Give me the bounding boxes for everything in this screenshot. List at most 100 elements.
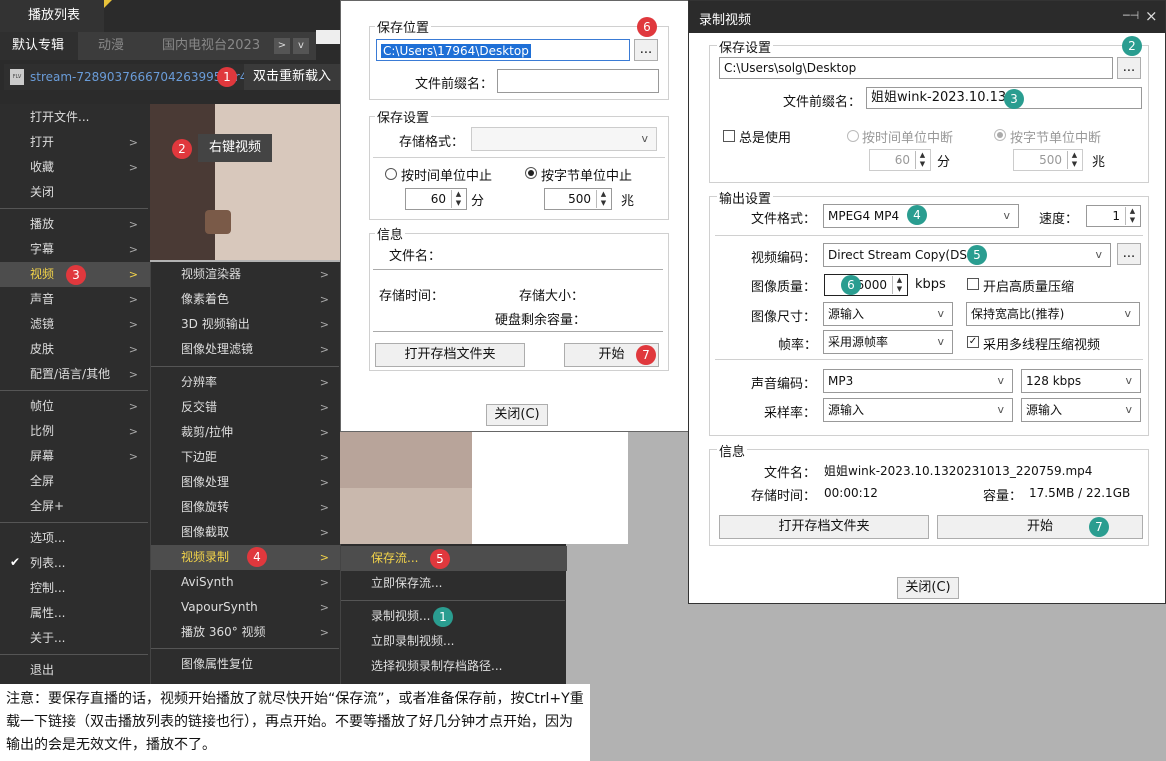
menu-ratio[interactable]: 比例 > bbox=[0, 419, 150, 444]
menu-subtitle[interactable]: 字幕 > bbox=[0, 237, 150, 262]
menu-favorites[interactable]: 收藏 > bbox=[0, 155, 150, 180]
step-marker: 7 bbox=[636, 345, 656, 365]
submenu-item[interactable]: 图像截取 > bbox=[151, 520, 341, 545]
size-spinner[interactable]: 500 ▲ ▼ bbox=[1013, 149, 1083, 171]
save-path-input[interactable]: C:\Users\solg\Desktop bbox=[719, 57, 1113, 79]
updown-icon[interactable]: ▲ ▼ bbox=[915, 151, 929, 169]
menu-screen[interactable]: 屏幕 > bbox=[0, 444, 150, 469]
menu-record-video[interactable]: 录制视频... bbox=[341, 604, 567, 629]
prefix-input[interactable] bbox=[497, 69, 659, 93]
updown-icon[interactable]: ▲ ▼ bbox=[1067, 151, 1081, 169]
submenu-item[interactable]: 反交错 > bbox=[151, 395, 341, 420]
updown-icon[interactable]: ▲ ▼ bbox=[451, 190, 465, 208]
menu-label: 屏幕 bbox=[30, 449, 55, 463]
chevron-right-icon: > bbox=[319, 526, 329, 539]
updown-icon[interactable]: ▲ ▼ bbox=[1125, 207, 1139, 225]
menu-skin[interactable]: 皮肤 > bbox=[0, 337, 150, 362]
menu-open-file[interactable]: 打开文件... bbox=[0, 105, 150, 130]
menu-close[interactable]: 关闭 bbox=[0, 180, 150, 205]
submenu-item[interactable]: 像素着色 > bbox=[151, 287, 341, 312]
menu-fullscreen-plus[interactable]: 全屏+ bbox=[0, 494, 150, 519]
menu-play[interactable]: 播放 > bbox=[0, 212, 150, 237]
submenu-item[interactable]: 图像处理滤镜 > bbox=[151, 337, 341, 362]
submenu-item[interactable]: 3D 视频输出 > bbox=[151, 312, 341, 337]
updown-icon[interactable]: ▲ ▼ bbox=[892, 276, 906, 294]
menu-control[interactable]: 控制... bbox=[0, 576, 150, 601]
high-quality-checkbox[interactable] bbox=[967, 278, 979, 290]
stop-by-size-radio[interactable] bbox=[525, 167, 537, 179]
channels-select[interactable]: 源输入 v bbox=[1021, 398, 1141, 422]
menu-divider bbox=[0, 208, 148, 209]
menu-options[interactable]: 选项... bbox=[0, 526, 150, 551]
format-select[interactable]: v bbox=[471, 127, 657, 151]
fps-select[interactable]: 采用源帧率 v bbox=[823, 330, 953, 354]
close-button[interactable]: 关闭(C) bbox=[897, 577, 959, 599]
save-path-input[interactable]: C:\Users\17964\Desktop bbox=[376, 39, 630, 61]
stop-by-time-radio[interactable] bbox=[385, 168, 397, 180]
menu-filter[interactable]: 滤镜 > bbox=[0, 312, 150, 337]
menu-save-stream-now[interactable]: 立即保存流... bbox=[341, 571, 567, 596]
audio-bitrate-select[interactable]: 128 kbps v bbox=[1021, 369, 1141, 393]
corner-accent bbox=[104, 0, 112, 8]
sample-rate-select[interactable]: 源输入 v bbox=[823, 398, 1013, 422]
pin-icon[interactable]: ─⊣ bbox=[1123, 9, 1139, 22]
stop-by-size-radio[interactable] bbox=[994, 129, 1006, 141]
submenu-item[interactable]: 图像旋转 > bbox=[151, 495, 341, 520]
open-folder-button[interactable]: 打开存档文件夹 bbox=[375, 343, 525, 367]
submenu-item[interactable]: VapourSynth > bbox=[151, 595, 341, 620]
playlist-item-link[interactable]: stream-7289037666704263995_or4 bbox=[30, 70, 247, 84]
menu-fullscreen[interactable]: 全屏 bbox=[0, 469, 150, 494]
submenu-item[interactable]: AviSynth > bbox=[151, 570, 341, 595]
speed-spinner[interactable]: 1 ▲ ▼ bbox=[1086, 205, 1141, 227]
codec-config-button[interactable]: ... bbox=[1117, 243, 1141, 265]
menu-record-video-now[interactable]: 立即录制视频... bbox=[341, 629, 567, 654]
menu-exit[interactable]: 退出 bbox=[0, 658, 150, 683]
next-tab-button[interactable]: > bbox=[274, 38, 290, 54]
menu-config[interactable]: 配置/语言/其他 > bbox=[0, 362, 150, 387]
stop-by-time-radio[interactable] bbox=[847, 130, 859, 142]
tab-default-album[interactable]: 默认专辑 bbox=[0, 32, 78, 60]
submenu-item[interactable]: 下边距 > bbox=[151, 445, 341, 470]
chevron-right-icon: > bbox=[128, 425, 138, 438]
submenu-item[interactable]: 分辨率 > bbox=[151, 370, 341, 395]
start-button[interactable]: 开始 bbox=[937, 515, 1143, 539]
tab-tv-2023[interactable]: 国内电视台2023 bbox=[162, 32, 260, 60]
menu-about[interactable]: 关于... bbox=[0, 626, 150, 651]
submenu-item[interactable]: 图像属性复位 bbox=[151, 652, 341, 677]
audio-codec-select[interactable]: MP3 v bbox=[823, 369, 1013, 393]
menu-select-record-path[interactable]: 选择视频录制存档路径... bbox=[341, 654, 567, 679]
quality-spinner[interactable]: 6000 ▲ ▼ bbox=[824, 274, 908, 296]
menu-properties[interactable]: 属性... bbox=[0, 601, 150, 626]
updown-icon[interactable]: ▲ ▼ bbox=[596, 190, 610, 208]
always-use-checkbox[interactable] bbox=[723, 130, 735, 142]
image-size-select[interactable]: 源输入 v bbox=[823, 302, 953, 326]
submenu-item[interactable]: 图像处理 > bbox=[151, 470, 341, 495]
menu-save-stream[interactable]: 保存流... bbox=[341, 546, 567, 571]
browse-button[interactable]: ... bbox=[634, 39, 658, 61]
multithread-checkbox[interactable]: ✓ bbox=[967, 336, 979, 348]
submenu-item[interactable]: 视频渲染器 > bbox=[151, 262, 341, 287]
store-time-label: 存储时间： bbox=[379, 289, 445, 304]
divider bbox=[373, 269, 663, 270]
menu-audio[interactable]: 声音 > bbox=[0, 287, 150, 312]
menu-open[interactable]: 打开 > bbox=[0, 130, 150, 155]
submenu-item[interactable]: 裁剪/拉伸 > bbox=[151, 420, 341, 445]
open-folder-button[interactable]: 打开存档文件夹 bbox=[719, 515, 929, 539]
browse-button[interactable]: ... bbox=[1117, 57, 1141, 79]
size-spinner[interactable]: 500 ▲ ▼ bbox=[544, 188, 612, 210]
time-spinner[interactable]: 60 ▲ ▼ bbox=[405, 188, 467, 210]
time-spinner[interactable]: 60 ▲ ▼ bbox=[869, 149, 931, 171]
reload-tooltip: 双击重新载入 bbox=[244, 64, 340, 90]
group-label: 输出设置 bbox=[717, 188, 774, 207]
menu-frame[interactable]: 帧位 > bbox=[0, 394, 150, 419]
menu-list[interactable]: 列表... bbox=[0, 551, 150, 576]
tab-anime[interactable]: 动漫 bbox=[98, 32, 124, 60]
aspect-select[interactable]: 保持宽高比(推荐) v bbox=[966, 302, 1140, 326]
close-icon[interactable]: × bbox=[1145, 7, 1158, 25]
chevron-right-icon: > bbox=[319, 293, 329, 306]
tab-dropdown-button[interactable]: v bbox=[293, 38, 309, 54]
close-button[interactable]: 关闭(C) bbox=[486, 404, 548, 426]
menu-label: 帧位 bbox=[30, 399, 55, 413]
submenu-item[interactable]: 播放 360° 视频 > bbox=[151, 620, 341, 645]
submenu-video-record[interactable]: 视频录制 > bbox=[151, 545, 341, 570]
